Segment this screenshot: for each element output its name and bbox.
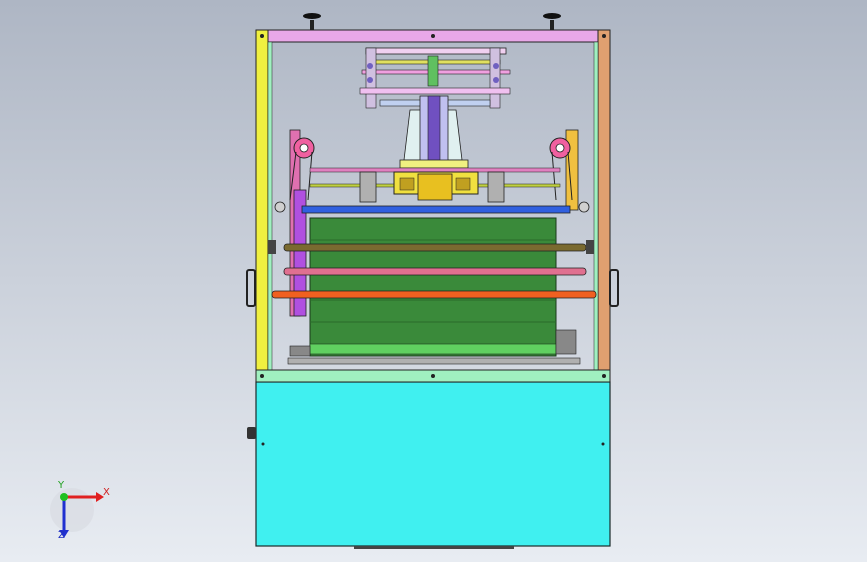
y-axis-label: Y bbox=[58, 480, 65, 491]
roller-brown bbox=[283, 243, 587, 252]
x-axis-label: X bbox=[103, 487, 110, 498]
roller-pink bbox=[283, 267, 587, 276]
z-axis-label: Z bbox=[58, 530, 65, 541]
blue-crossbar bbox=[301, 205, 571, 214]
cad-viewport[interactable]: X Y Z bbox=[0, 0, 867, 562]
conveyor-belt bbox=[309, 217, 557, 357]
fitting bbox=[586, 240, 594, 254]
left-post bbox=[255, 29, 269, 383]
right-post bbox=[597, 29, 611, 383]
cabinet-handle bbox=[247, 427, 256, 439]
lower-cabinet[interactable] bbox=[247, 381, 611, 549]
roller-orange bbox=[271, 290, 597, 299]
fitting bbox=[268, 240, 276, 254]
machine-drawing bbox=[0, 0, 867, 562]
